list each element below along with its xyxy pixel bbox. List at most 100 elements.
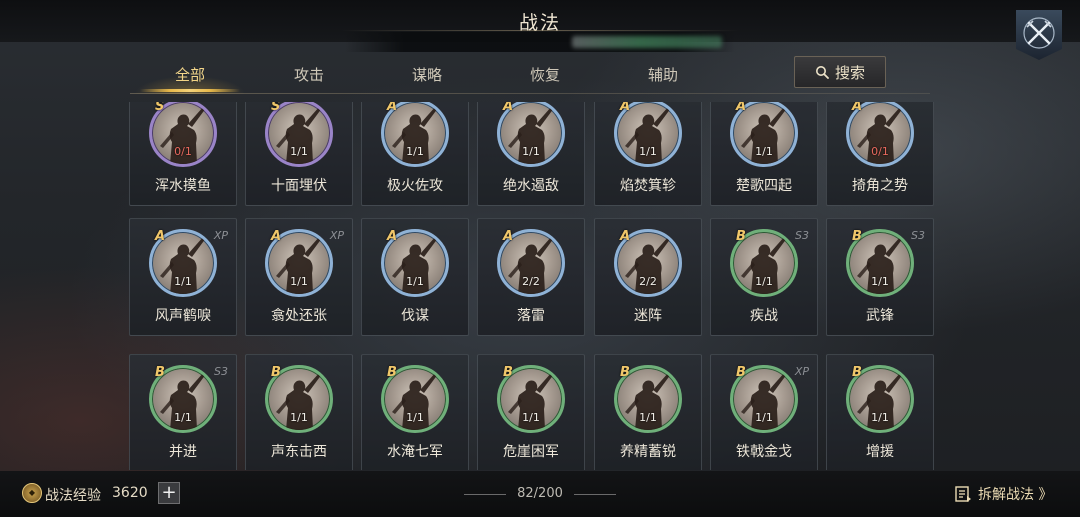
tactic-card[interactable]: B 1/1 养精蓄锐	[594, 354, 702, 470]
tactic-card[interactable]: A 0/1 掎角之势	[826, 102, 934, 206]
tactic-count: 0/1	[871, 145, 889, 158]
tactic-card[interactable]: A 2/2 迷阵	[594, 218, 702, 336]
tactic-grade: S	[155, 102, 165, 114]
tabs-divider	[130, 93, 930, 94]
tab-strategy[interactable]: 谋略	[372, 58, 482, 94]
tactic-name: 掎角之势	[852, 178, 908, 194]
tactic-exp-icon: ◆	[22, 483, 42, 503]
add-exp-button[interactable]: +	[158, 482, 180, 504]
tactic-grade: B	[620, 365, 630, 380]
tactic-card[interactable]: A 1/1 绝水遏敌	[477, 102, 585, 206]
title-divider	[340, 30, 740, 31]
search-icon	[815, 66, 829, 79]
tactic-grade: A	[503, 102, 514, 114]
tactic-count: 1/1	[871, 275, 889, 288]
tactic-card[interactable]: B 1/1 水淹七军	[361, 354, 469, 470]
tactic-card[interactable]: A 1/1 焰焚箕轸	[594, 102, 702, 206]
tactic-name: 危崖困军	[503, 444, 559, 460]
tactic-tag: XP	[213, 229, 228, 242]
tactic-grade: B	[503, 365, 513, 380]
tactic-count: 1/1	[871, 411, 889, 424]
tactic-name: 武锋	[866, 308, 894, 324]
tactic-count: 1/1	[406, 275, 424, 288]
tactic-count: 0/1	[174, 145, 192, 158]
tactic-grade: S	[271, 102, 281, 114]
tactic-card[interactable]: B 1/1 S3 并进	[129, 354, 237, 470]
tactic-card[interactable]: S 1/1 十面埋伏	[245, 102, 353, 206]
tactic-card[interactable]: A 1/1 XP 翕处还张	[245, 218, 353, 336]
tactic-tag: XP	[794, 365, 809, 378]
tactic-count: 1/1	[755, 275, 773, 288]
disassemble-label: 拆解战法 》	[978, 487, 1053, 503]
tactic-name: 迷阵	[634, 308, 662, 324]
tactic-grade: B	[736, 365, 746, 380]
tactic-grade: B	[852, 229, 862, 244]
tactic-grade: B	[736, 229, 746, 244]
tactic-count: 2/2	[639, 275, 657, 288]
tab-support[interactable]: 辅助	[608, 58, 718, 94]
tactic-card[interactable]: B 1/1 S3 疾战	[710, 218, 818, 336]
tactic-name: 绝水遏敌	[503, 178, 559, 194]
tactic-count: 1/1	[406, 411, 424, 424]
blurred-subtitle	[572, 36, 722, 48]
tactic-tag: S3	[214, 365, 228, 378]
tactic-grade: B	[387, 365, 397, 380]
tab-attack[interactable]: 攻击	[254, 58, 364, 94]
tactic-name: 增援	[866, 444, 894, 460]
tactic-count: 1/1	[290, 411, 308, 424]
tactic-card[interactable]: A 2/2 落雷	[477, 218, 585, 336]
tactic-name: 楚歌四起	[736, 178, 792, 194]
tactic-count: 1/1	[639, 411, 657, 424]
tactic-count: 82/200	[517, 486, 563, 501]
tactic-grade: A	[736, 102, 747, 114]
tactic-card[interactable]: B 1/1 危崖困军	[477, 354, 585, 470]
tab-all[interactable]: 全部	[135, 58, 245, 94]
disassemble-tactics-button[interactable]: 拆解战法 》	[954, 482, 1052, 506]
tactic-grade: A	[620, 229, 631, 244]
document-list-icon	[955, 486, 971, 502]
tactic-count: 1/1	[522, 145, 540, 158]
tactic-name: 伐谋	[401, 308, 429, 324]
tactic-name: 养精蓄锐	[620, 444, 676, 460]
tactic-grade: B	[271, 365, 281, 380]
tactic-grade: A	[620, 102, 631, 114]
tactic-tag: S3	[795, 229, 809, 242]
tactic-tag: XP	[329, 229, 344, 242]
tactic-grade: A	[271, 229, 282, 244]
tactic-card[interactable]: A 1/1 伐谋	[361, 218, 469, 336]
tactic-name: 水淹七军	[387, 444, 443, 460]
search-label: 搜索	[834, 63, 865, 82]
tactic-grade: A	[852, 102, 863, 114]
tactic-name: 风声鹤唳	[155, 308, 211, 324]
tactic-name: 翕处还张	[271, 308, 327, 324]
tactic-count: 1/1	[639, 145, 657, 158]
tactic-name: 铁戟金戈	[736, 444, 792, 460]
tactic-card[interactable]: B 1/1 增援	[826, 354, 934, 470]
tactic-exp-value: 3620	[112, 485, 148, 501]
tactic-count: 1/1	[290, 145, 308, 158]
tactic-card[interactable]: B 1/1 声东击西	[245, 354, 353, 470]
count-divider-left	[464, 494, 506, 495]
tactic-name: 极火佐攻	[387, 178, 443, 194]
tactic-card[interactable]: B 1/1 XP 铁戟金戈	[710, 354, 818, 470]
tactic-card[interactable]: B 1/1 S3 武锋	[826, 218, 934, 336]
tab-recovery[interactable]: 恢复	[490, 58, 600, 94]
count-divider-right	[574, 494, 616, 495]
tactic-grade: B	[852, 365, 862, 380]
tactic-grade: A	[155, 229, 166, 244]
tactic-name: 落雷	[517, 308, 545, 324]
tactic-name: 十面埋伏	[271, 178, 327, 194]
tactic-name: 疾战	[750, 308, 778, 324]
tactic-count: 1/1	[406, 145, 424, 158]
tactic-card[interactable]: S 0/1 浑水摸鱼	[129, 102, 237, 206]
tactic-grade: A	[387, 229, 398, 244]
tactic-count: 2/2	[522, 275, 540, 288]
tactic-name: 焰焚箕轸	[620, 178, 676, 194]
search-button[interactable]: 搜索	[794, 56, 886, 88]
tactic-count: 1/1	[174, 275, 192, 288]
tactic-card[interactable]: A 1/1 极火佐攻	[361, 102, 469, 206]
tactic-card[interactable]: A 1/1 XP 风声鹤唳	[129, 218, 237, 336]
tactic-card[interactable]: A 1/1 楚歌四起	[710, 102, 818, 206]
tactic-count: 1/1	[755, 145, 773, 158]
tactic-grade: A	[387, 102, 398, 114]
